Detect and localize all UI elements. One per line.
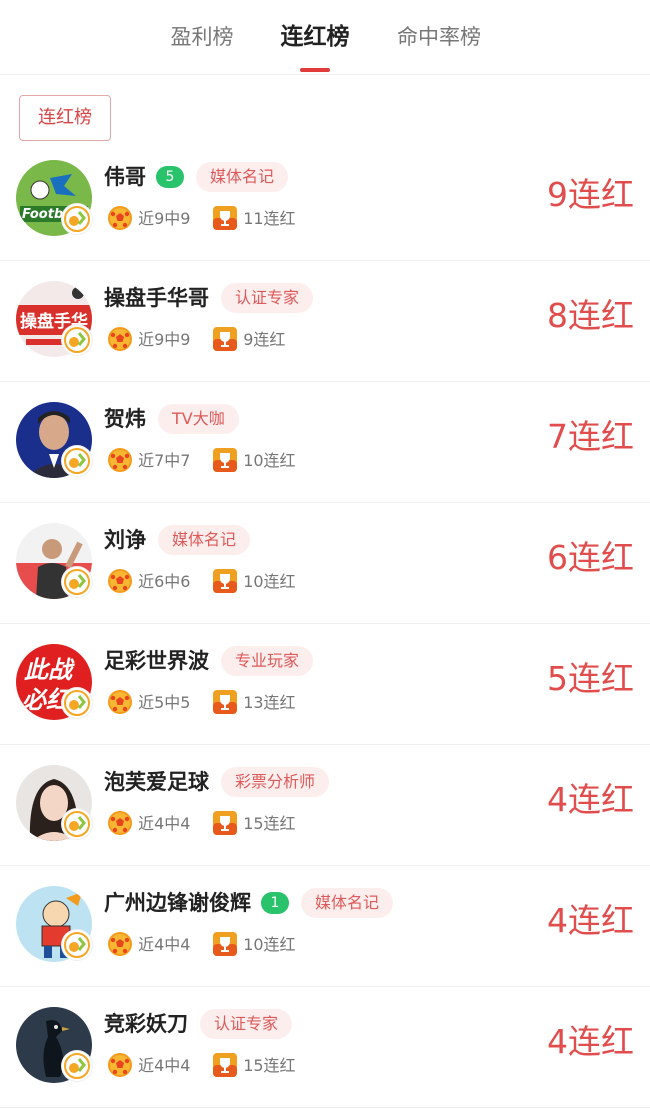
expert-badge-icon bbox=[62, 1051, 92, 1081]
expert-tag: 媒体名记 bbox=[196, 162, 289, 192]
current-streak: 4连红 bbox=[547, 901, 634, 940]
expert-list: Footb 伟哥 5 媒体名记 近9中9 11连红 9连红 操盘手华 操盘手华哥… bbox=[0, 140, 650, 1108]
current-streak: 7连红 bbox=[547, 417, 634, 456]
football-icon bbox=[107, 689, 133, 719]
svg-text:此战: 此战 bbox=[24, 655, 75, 684]
filter-streak-button[interactable]: 连红榜 bbox=[19, 95, 111, 141]
expert-stats: 近4中4 15连红 bbox=[107, 1052, 296, 1080]
recent-hits: 近4中4 bbox=[138, 1056, 191, 1075]
expert-tag: 彩票分析师 bbox=[221, 767, 330, 797]
football-icon bbox=[107, 447, 133, 477]
expert-badge-icon bbox=[62, 688, 92, 718]
expert-name: 泡芙爱足球 bbox=[104, 770, 209, 794]
best-streak: 15连红 bbox=[243, 814, 296, 833]
tab-hit-rate-ranking[interactable]: 命中率榜 bbox=[369, 20, 509, 54]
expert-name-line: 伟哥 5 媒体名记 bbox=[104, 162, 289, 192]
expert-stats: 近9中9 9连红 bbox=[107, 326, 285, 354]
svg-text:Footb: Footb bbox=[22, 207, 63, 222]
trophy-icon bbox=[212, 326, 238, 356]
recent-hits: 近4中4 bbox=[138, 935, 191, 954]
best-streak: 10连红 bbox=[243, 451, 296, 470]
expert-badge-icon bbox=[62, 567, 92, 597]
tab-streak-ranking[interactable]: 连红榜 bbox=[245, 20, 385, 54]
trophy-icon bbox=[212, 931, 238, 961]
recent-hits: 近6中6 bbox=[138, 572, 191, 591]
trophy-icon bbox=[212, 568, 238, 598]
expert-row-5[interactable]: 此战 必红 足彩世界波 专业玩家 近5中5 13连红 5连红 bbox=[0, 624, 650, 745]
expert-tag: 认证专家 bbox=[200, 1009, 293, 1039]
trophy-icon bbox=[212, 447, 238, 477]
expert-name-line: 广州边锋谢俊辉 1 媒体名记 bbox=[104, 888, 394, 918]
expert-tag: 媒体名记 bbox=[301, 888, 394, 918]
expert-name-line: 竞彩妖刀 认证专家 bbox=[104, 1009, 293, 1039]
best-streak: 9连红 bbox=[243, 330, 286, 349]
expert-row-4[interactable]: 刘诤 媒体名记 近6中6 10连红 6连红 bbox=[0, 503, 650, 624]
trophy-icon bbox=[212, 1052, 238, 1082]
current-streak: 5连红 bbox=[547, 659, 634, 698]
recent-hits: 近4中4 bbox=[138, 814, 191, 833]
current-streak: 8连红 bbox=[547, 296, 634, 335]
expert-stats: 近4中4 10连红 bbox=[107, 931, 296, 959]
expert-stats: 近5中5 13连红 bbox=[107, 689, 296, 717]
best-streak: 10连红 bbox=[243, 935, 296, 954]
trophy-icon bbox=[212, 689, 238, 719]
best-streak: 15连红 bbox=[243, 1056, 296, 1075]
expert-name: 足彩世界波 bbox=[104, 649, 209, 673]
expert-tag: 专业玩家 bbox=[221, 646, 314, 676]
level-badge: 5 bbox=[156, 166, 184, 188]
expert-name: 竞彩妖刀 bbox=[104, 1012, 188, 1036]
football-icon bbox=[107, 1052, 133, 1082]
recent-hits: 近7中7 bbox=[138, 451, 191, 470]
trophy-icon bbox=[212, 810, 238, 840]
best-streak: 13连红 bbox=[243, 693, 296, 712]
expert-tag: 媒体名记 bbox=[158, 525, 251, 555]
expert-badge-icon bbox=[62, 809, 92, 839]
expert-name-line: 贺炜 TV大咖 bbox=[104, 404, 239, 434]
expert-row-3[interactable]: 贺炜 TV大咖 近7中7 10连红 7连红 bbox=[0, 382, 650, 503]
recent-hits: 近5中5 bbox=[138, 693, 191, 712]
expert-name-line: 泡芙爱足球 彩票分析师 bbox=[104, 767, 330, 797]
expert-name: 贺炜 bbox=[104, 407, 146, 431]
expert-tag: 认证专家 bbox=[221, 283, 314, 313]
expert-name-line: 足彩世界波 专业玩家 bbox=[104, 646, 314, 676]
expert-stats: 近9中9 11连红 bbox=[107, 205, 296, 233]
expert-name: 刘诤 bbox=[104, 528, 146, 552]
recent-hits: 近9中9 bbox=[138, 209, 191, 228]
best-streak: 10连红 bbox=[243, 572, 296, 591]
ranking-tabs: 盈利榜 连红榜 命中率榜 bbox=[0, 0, 650, 75]
current-streak: 4连红 bbox=[547, 1022, 634, 1061]
current-streak: 6连红 bbox=[547, 538, 634, 577]
expert-badge-icon bbox=[62, 325, 92, 355]
expert-badge-icon bbox=[62, 204, 92, 234]
football-icon bbox=[107, 568, 133, 598]
expert-row-1[interactable]: Footb 伟哥 5 媒体名记 近9中9 11连红 9连红 bbox=[0, 140, 650, 261]
expert-name-line: 刘诤 媒体名记 bbox=[104, 525, 251, 555]
current-streak: 9连红 bbox=[547, 175, 634, 214]
expert-row-6[interactable]: 泡芙爱足球 彩票分析师 近4中4 15连红 4连红 bbox=[0, 745, 650, 866]
expert-stats: 近7中7 10连红 bbox=[107, 447, 296, 475]
level-badge: 1 bbox=[261, 892, 289, 914]
expert-name-line: 操盘手华哥 认证专家 bbox=[104, 283, 314, 313]
expert-name: 伟哥 bbox=[104, 165, 146, 189]
recent-hits: 近9中9 bbox=[138, 330, 191, 349]
expert-name: 广州边锋谢俊辉 bbox=[104, 891, 251, 915]
expert-tag: TV大咖 bbox=[158, 404, 239, 434]
football-icon bbox=[107, 326, 133, 356]
best-streak: 11连红 bbox=[243, 209, 296, 228]
expert-badge-icon bbox=[62, 930, 92, 960]
football-icon bbox=[107, 931, 133, 961]
expert-stats: 近6中6 10连红 bbox=[107, 568, 296, 596]
expert-row-2[interactable]: 操盘手华 操盘手华哥 认证专家 近9中9 9连红 8连红 bbox=[0, 261, 650, 382]
trophy-icon bbox=[212, 205, 238, 235]
expert-row-8[interactable]: 竞彩妖刀 认证专家 近4中4 15连红 4连红 bbox=[0, 987, 650, 1108]
football-icon bbox=[107, 205, 133, 235]
current-streak: 4连红 bbox=[547, 780, 634, 819]
expert-badge-icon bbox=[62, 446, 92, 476]
expert-name: 操盘手华哥 bbox=[104, 286, 209, 310]
expert-row-7[interactable]: 广州边锋谢俊辉 1 媒体名记 近4中4 10连红 4连红 bbox=[0, 866, 650, 987]
expert-stats: 近4中4 15连红 bbox=[107, 810, 296, 838]
active-tab-indicator bbox=[300, 68, 330, 72]
football-icon bbox=[107, 810, 133, 840]
